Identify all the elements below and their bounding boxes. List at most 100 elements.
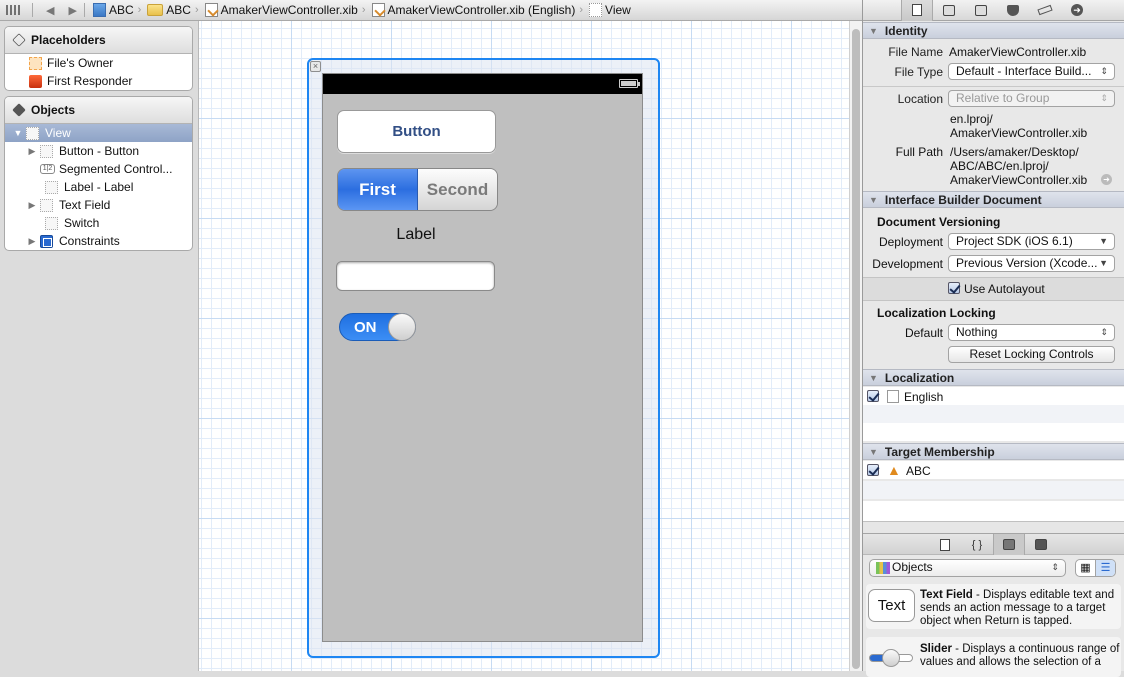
tab-object-library[interactable]: [993, 534, 1025, 555]
tab-connections-inspector[interactable]: ➜: [1061, 0, 1093, 21]
library-filter-popup[interactable]: Objects ⇕: [869, 559, 1066, 577]
forward-arrow-icon[interactable]: ▶: [68, 4, 76, 17]
use-autolayout-label[interactable]: Use Autolayout: [964, 282, 1045, 296]
default-label: Default: [904, 326, 943, 340]
popup-value: Nothing: [956, 325, 998, 339]
location-path-line: en.lproj/: [950, 112, 993, 126]
updown-arrows-icon: ⇕: [1100, 93, 1108, 103]
disclosure-collapsed-icon[interactable]: ▶: [27, 236, 37, 247]
reset-locking-controls-button[interactable]: Reset Locking Controls: [948, 346, 1115, 363]
divider: [863, 521, 1124, 533]
view-icon: [26, 126, 39, 140]
xib-file-icon: [887, 390, 899, 403]
section-title: Target Membership: [884, 444, 995, 459]
outline-item-view[interactable]: ▼ View: [5, 124, 192, 142]
library-books-icon: [876, 562, 890, 574]
back-arrow-icon[interactable]: ◀: [46, 4, 54, 17]
tab-attributes-inspector[interactable]: [997, 0, 1029, 21]
close-icon[interactable]: ×: [310, 61, 321, 72]
tab-file-template-library[interactable]: [929, 534, 961, 555]
outline-item-button[interactable]: ▶ Button - Button: [5, 142, 192, 160]
breadcrumb-xib-english[interactable]: AmakerViewController.xib (English): [370, 3, 575, 17]
ios-round-rect-button[interactable]: Button: [337, 110, 496, 153]
quick-help-icon: [943, 4, 955, 16]
ios-label[interactable]: Label: [370, 226, 462, 244]
breadcrumb-group[interactable]: ABC: [145, 3, 191, 17]
objects-title: Objects: [31, 103, 76, 117]
canvas-vertical-scrollbar[interactable]: [849, 21, 862, 671]
segment-second[interactable]: Second: [418, 169, 497, 210]
outline-item-label[interactable]: Label - Label: [5, 178, 192, 196]
development-popup[interactable]: Previous Version (Xcode... ▼: [948, 255, 1115, 272]
scrollbar-thumb[interactable]: [852, 29, 860, 669]
tab-identity-inspector[interactable]: [965, 0, 997, 21]
item-label: Constraints: [59, 234, 120, 248]
updown-arrows-icon: ⇕: [1100, 327, 1108, 337]
tab-quick-help[interactable]: [933, 0, 965, 21]
grid-view-icon[interactable]: ▦: [1076, 560, 1095, 576]
locking-default-popup[interactable]: Nothing ⇕: [948, 324, 1115, 341]
document-icon: [912, 4, 922, 16]
localization-english-checkbox[interactable]: [867, 390, 879, 402]
deployment-popup[interactable]: Project SDK (iOS 6.1) ▼: [948, 233, 1115, 250]
popup-value: Relative to Group: [956, 91, 1050, 105]
ios-switch[interactable]: ON: [339, 313, 416, 341]
localization-label: English: [904, 390, 944, 404]
section-title: Identity: [884, 23, 928, 38]
outline-item-switch[interactable]: Switch: [5, 214, 192, 232]
tab-media-library[interactable]: [1025, 534, 1057, 555]
ios-segmented-control[interactable]: First Second: [337, 168, 498, 211]
text-field-icon: [40, 198, 53, 212]
localization-item-english[interactable]: English: [863, 387, 1124, 405]
breadcrumb-xib[interactable]: AmakerViewController.xib: [203, 3, 358, 17]
location-popup[interactable]: Relative to Group ⇕: [948, 90, 1115, 107]
tab-size-inspector[interactable]: [1029, 0, 1061, 21]
breadcrumb-view[interactable]: View: [587, 3, 631, 17]
folder-icon: [147, 4, 164, 16]
objects-panel: Objects ▼ View ▶ Button - Button 1|2 Segmen…: [4, 96, 193, 251]
breadcrumb-label: View: [605, 3, 631, 17]
full-path-line: AmakerViewController.xib: [950, 173, 1088, 187]
list-view-icon[interactable]: ☰: [1095, 560, 1115, 576]
target-abc-checkbox[interactable]: [867, 464, 879, 476]
tab-code-snippet-library[interactable]: { }: [961, 534, 993, 555]
disclosure-collapsed-icon[interactable]: ▶: [27, 200, 37, 211]
constraints-icon: [40, 234, 53, 248]
tab-file-inspector[interactable]: [901, 0, 933, 21]
iphone-view[interactable]: [322, 73, 643, 642]
outline-item-text-field[interactable]: ▶ Text Field: [5, 196, 192, 214]
target-label: ABC: [906, 464, 931, 478]
section-localization[interactable]: ▼ Localization: [863, 369, 1124, 386]
segment-first[interactable]: First: [338, 169, 418, 210]
library-item-slider[interactable]: Slider - Displays a continuous range of …: [866, 637, 1121, 677]
first-responder-icon: [29, 74, 42, 88]
section-ib-document[interactable]: ▼ Interface Builder Document: [863, 191, 1124, 208]
outline-item-segmented-control[interactable]: 1|2 Segmented Control...: [5, 160, 192, 178]
item-label: Text Field: [59, 198, 111, 212]
ios-text-field[interactable]: [336, 261, 495, 291]
jump-bar: ◀ ▶ ABC › ABC › AmakerViewController.xib…: [0, 0, 862, 21]
disclosure-expanded-icon[interactable]: ▼: [13, 128, 23, 138]
breadcrumb-project[interactable]: ABC: [91, 3, 134, 17]
outline-item-first-responder[interactable]: First Responder: [5, 72, 192, 90]
cube-icon: [1003, 539, 1015, 550]
desc-line: sends an action message to a target: [920, 602, 1106, 614]
section-identity[interactable]: ▼ Identity: [863, 22, 1124, 39]
section-target-membership[interactable]: ▼ Target Membership: [863, 443, 1124, 460]
location-label: Location: [897, 92, 943, 106]
outline-item-constraints[interactable]: ▶ Constraints: [5, 232, 192, 250]
disclosure-expanded-icon: ▼: [869, 372, 878, 383]
file-name-value[interactable]: AmakerViewController.xib: [949, 45, 1086, 59]
reveal-in-finder-icon[interactable]: ➜: [1101, 174, 1112, 185]
item-label: Label - Label: [64, 180, 134, 194]
disclosure-collapsed-icon[interactable]: ▶: [27, 146, 37, 157]
target-item-abc[interactable]: ▲ ABC: [863, 461, 1124, 479]
related-items-icon[interactable]: [6, 5, 20, 15]
file-type-popup[interactable]: Default - Interface Build... ⇕: [948, 63, 1115, 80]
outline-item-files-owner[interactable]: File's Owner: [5, 54, 192, 72]
cube-outline-icon: [12, 33, 26, 47]
library-item-text-field[interactable]: Text Text Field - Displays editable text…: [866, 584, 1121, 629]
deployment-label: Deployment: [878, 235, 943, 249]
use-autolayout-checkbox[interactable]: [948, 282, 960, 294]
full-path-line: ABC/ABC/en.lproj/: [950, 159, 1049, 173]
